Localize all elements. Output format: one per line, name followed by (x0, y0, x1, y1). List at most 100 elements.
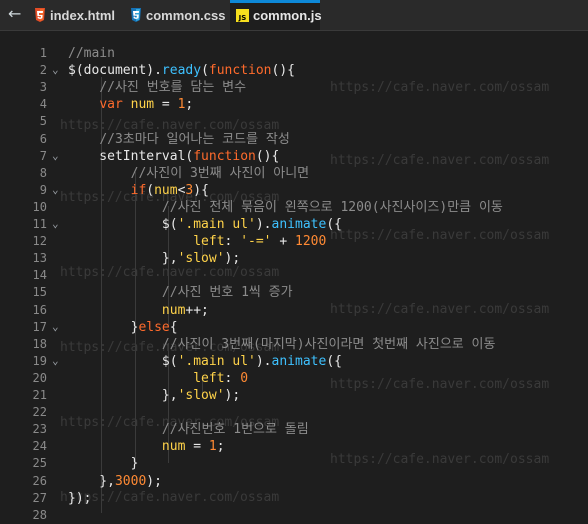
back-arrow-icon[interactable]: ← (8, 5, 24, 23)
code-line[interactable]: 19 ⌄ $('.main ul').animate({ (0, 353, 588, 370)
code-token: num (130, 97, 155, 113)
code-line[interactable]: 20 left: 0 (0, 370, 588, 387)
line-number: 24 (32, 439, 47, 454)
code-token: if (130, 182, 147, 198)
code-text: },3000); (68, 473, 162, 490)
code-token: ). (255, 217, 272, 232)
fold-chevron-icon[interactable]: ⌄ (52, 64, 64, 76)
code-token: }, (68, 388, 178, 403)
line-number: 27 (32, 490, 47, 505)
line-number: 4 (39, 97, 47, 112)
code-token: = (154, 97, 178, 113)
tab-common-css[interactable]: common.css (130, 0, 225, 30)
code-token: ( (201, 63, 209, 79)
line-number: 26 (32, 473, 47, 488)
css3-icon (130, 8, 142, 22)
code-token: $( (68, 217, 178, 232)
line-number: 28 (32, 507, 47, 522)
code-text: //3초마다 일어나는 코드를 작성 (68, 131, 289, 148)
code-line[interactable]: 3 //사진 번호를 담는 변수 (0, 79, 588, 96)
code-text: //사진 번호 1씩 증가 (68, 284, 293, 301)
code-token: //사진 번호를 담는 변수 (99, 80, 247, 96)
code-token: '.main ul' (177, 353, 256, 369)
code-token: }, (68, 251, 178, 267)
code-line[interactable]: 16 num++; (0, 302, 588, 319)
tab-label: index.html (50, 7, 116, 23)
fold-chevron-icon[interactable]: ⌄ (52, 218, 64, 230)
code-token: animate (271, 353, 327, 369)
code-line[interactable]: 26 },3000); (0, 473, 588, 490)
code-text: num++; (68, 302, 209, 319)
code-text: left: 0 (68, 370, 248, 387)
code-text: }else{ (68, 319, 178, 336)
code-line[interactable]: 10 //사진 전체 묶음이 왼쪽으로 1200(사진사이즈)만큼 이동 (0, 199, 588, 216)
code-line[interactable]: 21 },'slow'); (0, 387, 588, 404)
code-line[interactable]: 25 } (0, 455, 588, 472)
line-number: 23 (32, 422, 47, 437)
code-token: } (68, 319, 139, 335)
code-line[interactable]: 13 },'slow'); (0, 250, 588, 267)
line-number: 10 (32, 199, 47, 214)
line-number: 17 (32, 319, 47, 334)
code-line[interactable]: 18 //사진이 3번째(마지막)사진이라면 첫번째 사진으로 이동 (0, 336, 588, 353)
line-number: 22 (32, 405, 47, 420)
code-line[interactable]: 14 (0, 267, 588, 284)
code-token: ; (216, 439, 225, 455)
code-token: ); (146, 473, 162, 489)
code-token: //사진 전체 묶음이 왼쪽으로 1200(사진사이즈)만큼 이동 (161, 199, 503, 215)
code-line[interactable]: 15 //사진 번호 1씩 증가 (0, 284, 588, 301)
code-token: left (193, 370, 225, 386)
code-text: setInterval(function(){ (68, 148, 279, 165)
code-token: //main (68, 46, 115, 61)
code-text: //main (68, 45, 115, 62)
code-text: //사진번호 1번으로 돌림 (68, 421, 309, 438)
tab-label: common.css (146, 7, 226, 23)
fold-chevron-icon[interactable]: ⌄ (52, 149, 64, 162)
code-token: }); (68, 490, 92, 506)
code-token: 1200 (295, 234, 327, 250)
code-token: : (224, 370, 241, 386)
code-token: $( (68, 353, 178, 369)
code-text: } (68, 455, 139, 472)
code-line[interactable]: 17 ⌄ }else{ (0, 319, 588, 336)
code-token: //사진번호 1번으로 돌림 (161, 422, 309, 438)
code-line[interactable]: 22 (0, 404, 588, 421)
code-token: ){ (193, 182, 209, 198)
fold-chevron-icon[interactable]: ⌄ (52, 320, 64, 333)
code-token: else (138, 319, 170, 335)
line-number: 21 (32, 388, 47, 402)
code-line[interactable]: 28 (0, 507, 588, 524)
code-line[interactable]: 7 ⌄ setInterval(function(){ (0, 148, 588, 165)
code-line[interactable]: 6 //3초마다 일어나는 코드를 작성 (0, 131, 588, 148)
code-token: '-=' (240, 234, 272, 250)
code-token: '.main ul' (177, 217, 256, 232)
code-token: ; (185, 97, 194, 113)
code-line[interactable]: 5 (0, 113, 588, 130)
fold-chevron-icon[interactable]: ⌄ (52, 354, 64, 367)
code-line[interactable]: 27}); (0, 490, 588, 507)
code-line[interactable]: 24 num = 1; (0, 438, 588, 455)
code-token: 'slow' (177, 388, 225, 403)
tab-index-html[interactable]: index.html (33, 0, 125, 30)
code-line[interactable]: 4 var num = 1; (0, 96, 588, 113)
code-token: ({ (326, 353, 342, 369)
code-line[interactable]: 2 ⌄ $(document).ready(function(){ (0, 62, 588, 79)
fold-chevron-icon[interactable]: ⌄ (52, 183, 64, 196)
code-text: //사진 전체 묶음이 왼쪽으로 1200(사진사이즈)만큼 이동 (68, 199, 503, 216)
code-editor[interactable]: https://cafe.naver.com/ossam https://cafe… (0, 41, 588, 522)
line-number: 20 (32, 370, 47, 385)
code-line[interactable]: 23 //사진번호 1번으로 돌림 (0, 421, 588, 438)
code-token: 0 (240, 370, 249, 386)
tab-label: common.js (253, 7, 322, 23)
line-number: 13 (32, 251, 47, 266)
line-number: 18 (32, 336, 47, 351)
code-line[interactable]: 8 //사진이 3번째 사진이 아니면 (0, 165, 588, 182)
code-line[interactable]: 11 ⌄ $('.main ul').animate({ (0, 216, 588, 233)
code-line[interactable]: 12 left: '-=' + 1200 (0, 233, 588, 250)
code-text: },'slow'); (68, 387, 240, 404)
code-line[interactable]: 1 //main (0, 45, 588, 62)
tab-common-js[interactable]: JS common.js (230, 0, 322, 30)
code-line[interactable]: 9 ⌄ if(num<3){ (0, 182, 588, 199)
